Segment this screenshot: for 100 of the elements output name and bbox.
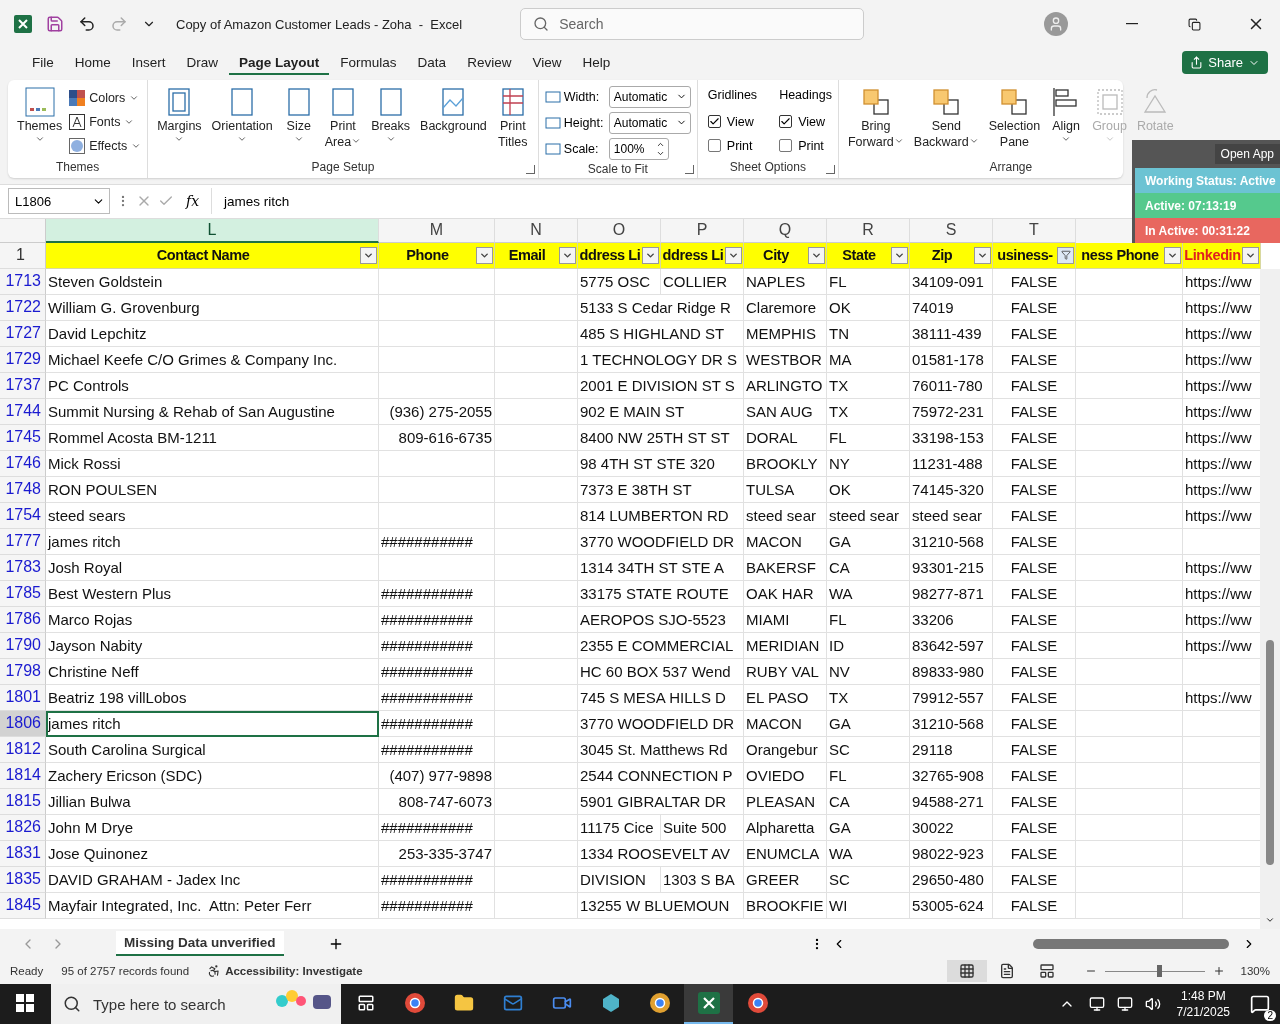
menu-tab[interactable]: Help <box>572 50 621 75</box>
group-label: Scale to Fit <box>586 161 649 178</box>
table-cell: DAVID GRAHAM - Jadex Inc <box>46 866 379 893</box>
row-number: 1713 <box>0 268 46 295</box>
menu-tab[interactable]: Insert <box>121 50 176 75</box>
table-cell: ########### <box>379 528 495 555</box>
filter-button[interactable] <box>1242 246 1259 264</box>
column-header[interactable]: L <box>46 218 379 243</box>
column-header[interactable]: R <box>827 218 910 243</box>
filter-button[interactable] <box>1164 246 1181 264</box>
zoom-in-icon[interactable] <box>1212 965 1225 978</box>
option-heading: Gridlines <box>707 87 758 104</box>
header-cell: Zip <box>910 242 993 269</box>
row-number: 1746 <box>0 450 46 477</box>
sheet-tab[interactable]: Missing Data unverified <box>116 931 284 957</box>
column-header[interactable]: P <box>661 218 744 243</box>
ribbon-button[interactable]: Print Area <box>321 83 365 152</box>
taskbar-search-field[interactable]: Type here to search <box>51 984 341 1024</box>
dropdown-field[interactable]: Automatic <box>608 85 691 108</box>
filter-button[interactable] <box>725 246 742 264</box>
row-number: 1798 <box>0 658 46 685</box>
filter-button[interactable] <box>476 246 493 264</box>
filter-button[interactable] <box>559 246 576 264</box>
filter-button[interactable] <box>642 246 659 264</box>
checkbox[interactable] <box>707 115 721 128</box>
row-number: 1790 <box>0 632 46 659</box>
table-cell: MACON <box>744 710 827 737</box>
clock[interactable]: 1:48 PM 7/21/2025 <box>1166 988 1240 1020</box>
ribbon-button[interactable]: Background <box>417 83 490 136</box>
checkbox[interactable] <box>779 139 793 152</box>
view-button[interactable] <box>946 960 987 983</box>
table-cell: 809-616-6735 <box>379 424 495 451</box>
menu-tab[interactable]: Data <box>407 50 457 75</box>
table-cell: james ritch <box>46 528 379 555</box>
menu-tab[interactable]: Review <box>457 50 522 75</box>
filter-button[interactable] <box>974 246 991 264</box>
menu-tab[interactable]: File <box>22 50 64 75</box>
table-cell: MACON <box>744 528 827 555</box>
menu-tab[interactable]: Draw <box>176 50 229 75</box>
menu-tab[interactable]: Home <box>64 50 121 75</box>
column-header[interactable]: T <box>993 218 1076 243</box>
formula-input[interactable]: james ritch <box>211 188 1122 215</box>
ribbon-button[interactable]: Effects <box>69 133 142 158</box>
ribbon-button[interactable]: Print Titles <box>493 83 532 152</box>
filter-button[interactable] <box>360 246 377 264</box>
dialog-launcher-icon[interactable] <box>684 164 694 174</box>
table-cell: 89833-980 <box>910 658 993 685</box>
table-cell: RUBY VAL <box>744 658 827 685</box>
share-button[interactable]: Share <box>1182 51 1268 75</box>
ribbon-button[interactable]: Themes <box>14 83 66 146</box>
zoom-thumb[interactable] <box>1156 965 1162 978</box>
filter-button[interactable] <box>808 246 825 264</box>
network-icon[interactable] <box>1116 996 1133 1012</box>
ribbon-button[interactable]: Margins <box>154 83 205 146</box>
volume-icon[interactable] <box>1144 996 1161 1012</box>
undo-icon[interactable] <box>78 15 96 33</box>
save-icon[interactable] <box>46 15 64 33</box>
ribbon-button[interactable]: Fonts <box>69 109 142 134</box>
search-field[interactable]: Search <box>520 8 865 40</box>
checkbox-label: Print <box>726 138 753 153</box>
notifications-button[interactable]: 2 <box>1240 985 1280 1023</box>
table-cell: CA <box>827 788 910 815</box>
column-header[interactable]: O <box>578 218 661 243</box>
accessibility-button[interactable]: Accessibility: Investigate <box>207 964 363 979</box>
scrollbar-thumb[interactable] <box>1266 639 1274 865</box>
vertical-scrollbar[interactable] <box>1260 268 1280 929</box>
filter-button[interactable] <box>891 246 908 264</box>
ribbon-button[interactable]: Size <box>279 83 318 146</box>
checkbox[interactable] <box>707 139 721 152</box>
checkbox[interactable] <box>779 115 793 128</box>
filter-active-button[interactable] <box>1057 246 1074 264</box>
ribbon-button[interactable]: Bring Forward <box>844 83 907 152</box>
ribbon-button[interactable]: Selection Pane <box>985 83 1044 152</box>
table-cell: WI <box>827 892 910 919</box>
row-number: 1786 <box>0 606 46 633</box>
open-app-button[interactable]: Open App <box>1214 144 1280 164</box>
dialog-launcher-icon[interactable] <box>825 164 835 174</box>
scrollbar-thumb[interactable] <box>1033 938 1229 949</box>
taskbar-button[interactable] <box>684 984 733 1024</box>
insert-function-button[interactable]: fx <box>180 193 206 210</box>
dropdown-field[interactable]: Automatic <box>608 111 691 134</box>
column-header[interactable]: M <box>379 218 495 243</box>
ribbon-button[interactable]: Orientation <box>208 83 276 146</box>
ribbon-button[interactable]: Align <box>1047 83 1086 146</box>
column-header[interactable]: Q <box>744 218 827 243</box>
display-icon[interactable] <box>1088 996 1105 1012</box>
ribbon-button[interactable]: Send Backward <box>910 83 982 152</box>
name-box[interactable]: L1806 <box>8 188 110 215</box>
column-header[interactable]: S <box>910 218 993 243</box>
account-avatar[interactable] <box>1044 12 1068 36</box>
ribbon-button[interactable]: Breaks <box>368 83 414 146</box>
row-number: 1845 <box>0 892 46 919</box>
menu-tab[interactable]: Page Layout <box>229 50 330 75</box>
ribbon-button[interactable]: Colors <box>69 85 142 110</box>
dialog-launcher-icon[interactable] <box>525 164 535 174</box>
spinner-field[interactable]: 100% <box>608 137 669 160</box>
table-cell: 01581-178 <box>910 346 993 373</box>
menu-tab[interactable]: Formulas <box>330 50 407 75</box>
menu-tab[interactable]: View <box>522 50 572 75</box>
column-header[interactable]: N <box>495 218 578 243</box>
